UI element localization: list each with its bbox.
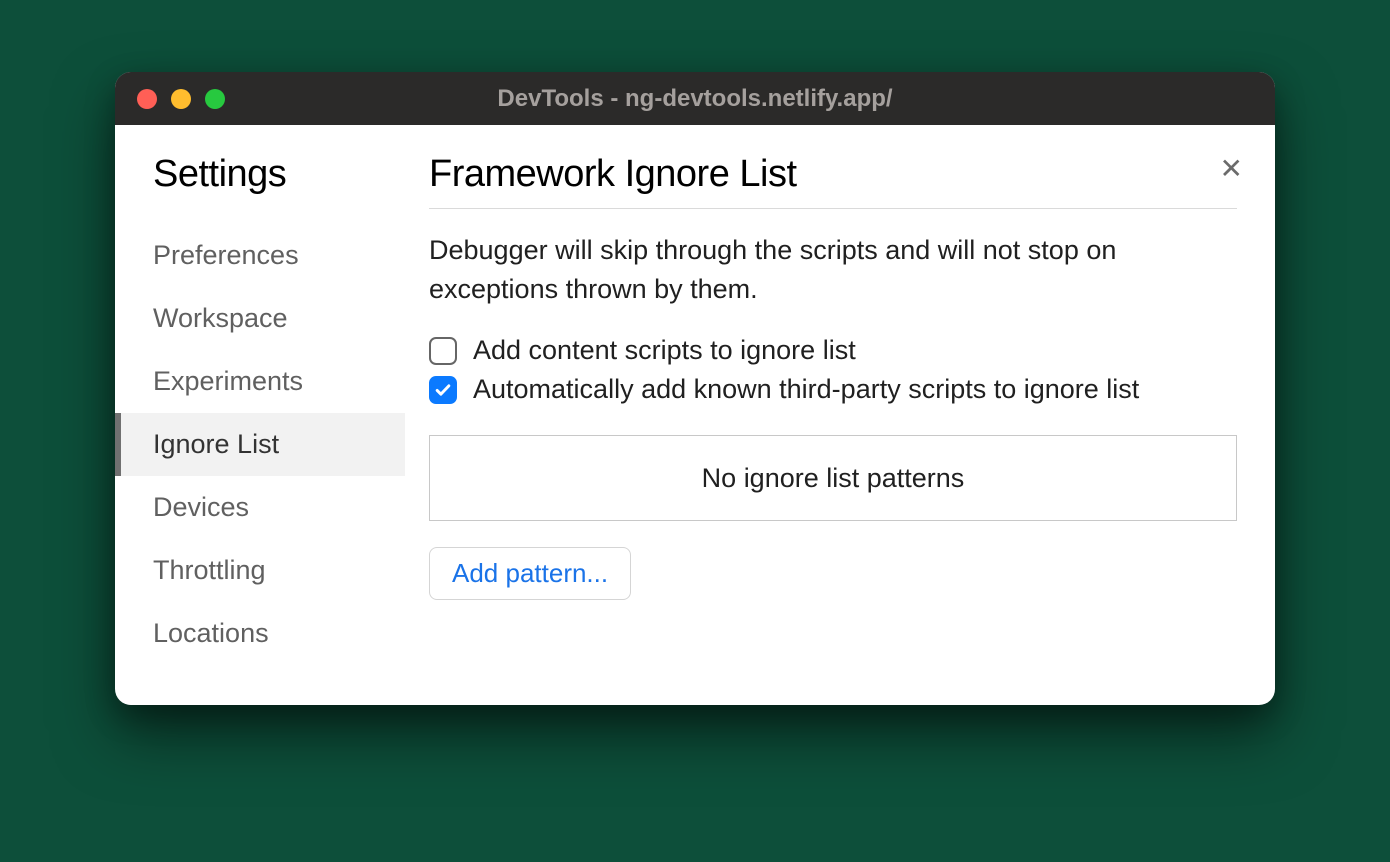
third-party-label: Automatically add known third-party scri… [473, 374, 1139, 405]
maximize-window-button[interactable] [205, 89, 225, 109]
sidebar-item-label: Throttling [153, 555, 266, 585]
close-window-button[interactable] [137, 89, 157, 109]
titlebar: DevTools - ng-devtools.netlify.app/ [115, 72, 1275, 125]
sidebar-item-devices[interactable]: Devices [115, 476, 405, 539]
sidebar-item-label: Devices [153, 492, 249, 522]
checkbox-row-content-scripts: Add content scripts to ignore list [429, 335, 1237, 366]
sidebar-item-label: Locations [153, 618, 269, 648]
third-party-checkbox[interactable] [429, 376, 457, 404]
close-icon[interactable]: ✕ [1220, 155, 1243, 183]
sidebar-item-label: Preferences [153, 240, 299, 270]
add-pattern-label: Add pattern... [452, 558, 608, 588]
sidebar-item-label: Ignore List [153, 429, 279, 459]
sidebar-item-ignore-list[interactable]: Ignore List [115, 413, 405, 476]
sidebar-title: Settings [115, 153, 405, 196]
divider [429, 208, 1237, 209]
traffic-lights [137, 89, 225, 109]
devtools-settings-window: DevTools - ng-devtools.netlify.app/ ✕ Se… [115, 72, 1275, 705]
sidebar-item-preferences[interactable]: Preferences [115, 224, 405, 287]
main-panel: Framework Ignore List Debugger will skip… [405, 125, 1275, 705]
page-title: Framework Ignore List [429, 153, 1237, 196]
sidebar-item-locations[interactable]: Locations [115, 602, 405, 665]
sidebar-item-experiments[interactable]: Experiments [115, 350, 405, 413]
minimize-window-button[interactable] [171, 89, 191, 109]
checkmark-icon [433, 380, 453, 400]
window-title: DevTools - ng-devtools.netlify.app/ [497, 85, 892, 113]
sidebar-item-throttling[interactable]: Throttling [115, 539, 405, 602]
settings-sidebar: Settings Preferences Workspace Experimen… [115, 125, 405, 705]
content-area: ✕ Settings Preferences Workspace Experim… [115, 125, 1275, 705]
sidebar-item-label: Experiments [153, 366, 303, 396]
add-pattern-button[interactable]: Add pattern... [429, 547, 631, 600]
patterns-empty-text: No ignore list patterns [702, 463, 965, 494]
description-text: Debugger will skip through the scripts a… [429, 231, 1237, 309]
content-scripts-checkbox[interactable] [429, 337, 457, 365]
content-scripts-label: Add content scripts to ignore list [473, 335, 856, 366]
sidebar-item-workspace[interactable]: Workspace [115, 287, 405, 350]
sidebar-item-label: Workspace [153, 303, 288, 333]
patterns-list-empty: No ignore list patterns [429, 435, 1237, 521]
checkbox-row-third-party: Automatically add known third-party scri… [429, 374, 1237, 405]
